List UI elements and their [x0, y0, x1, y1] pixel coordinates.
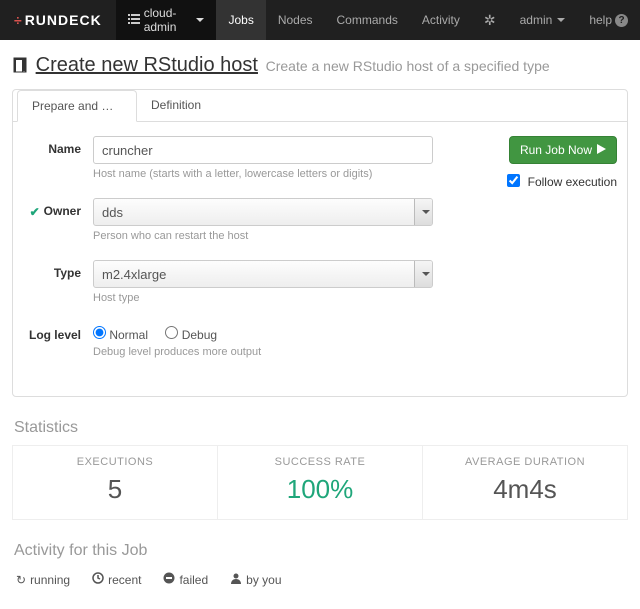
caret-down-icon	[196, 18, 204, 22]
owner-help: Person who can restart the host	[93, 230, 433, 242]
stat-executions-label: EXECUTIONS	[17, 456, 213, 468]
tab-definition[interactable]: Definition	[137, 90, 215, 121]
name-help: Host name (starts with a letter, lowerca…	[93, 168, 433, 180]
brand-text: RUNDECK	[25, 12, 102, 28]
clock-arrow-icon: ↻	[16, 573, 26, 587]
stat-success-value: 100%	[222, 474, 418, 505]
help-icon: ?	[615, 14, 628, 27]
stat-success: SUCCESS RATE 100%	[218, 446, 423, 519]
project-selector[interactable]: cloud-admin	[116, 0, 217, 40]
user-name: admin	[520, 13, 553, 27]
activity-title: Activity for this Job	[14, 542, 628, 560]
minus-circle-icon	[163, 572, 175, 587]
loglevel-debug[interactable]: Debug	[165, 328, 217, 342]
clock-icon	[92, 572, 104, 587]
activity-tab-failed[interactable]: failed	[163, 572, 208, 587]
run-job-label: Run Job Now	[520, 143, 592, 157]
project-name: cloud-admin	[144, 6, 192, 34]
job-panel: Prepare and Run… Definition Name Host na…	[12, 89, 628, 397]
activity-tab-byyou[interactable]: by you	[230, 572, 281, 587]
tab-prepare-run[interactable]: Prepare and Run…	[17, 90, 137, 122]
list-icon	[128, 13, 140, 27]
activity-tab-running[interactable]: ↻ running	[16, 572, 70, 587]
check-circle-icon: ✔	[30, 205, 40, 219]
nav-nodes[interactable]: Nodes	[266, 0, 325, 40]
stat-duration-label: AVERAGE DURATION	[427, 456, 623, 468]
brand-logo[interactable]: ÷ RUNDECK	[0, 12, 116, 28]
loglevel-normal[interactable]: Normal	[93, 328, 148, 342]
page-subtitle: Create a new RStudio host of a specified…	[266, 58, 550, 74]
tab-bar: Prepare and Run… Definition	[13, 90, 627, 122]
navbar: ÷ RUNDECK cloud-admin Jobs Nodes Command…	[0, 0, 640, 40]
statistics-title: Statistics	[14, 419, 628, 437]
activity-tabs: ↻ running recent failed by you	[12, 570, 628, 595]
caret-down-icon	[557, 18, 565, 22]
owner-select[interactable]	[93, 198, 433, 226]
stat-executions-value: 5	[17, 474, 213, 505]
book-icon	[12, 57, 28, 76]
play-icon	[597, 143, 606, 157]
activity-tab-recent[interactable]: recent	[92, 572, 141, 587]
nav-jobs[interactable]: Jobs	[216, 0, 265, 40]
page-header: Create new RStudio host Create a new RSt…	[12, 54, 628, 77]
loglevel-help: Debug level produces more output	[93, 346, 433, 358]
stat-duration: AVERAGE DURATION 4m4s	[423, 446, 627, 519]
radio-normal[interactable]	[93, 326, 106, 339]
label-owner: Owner	[44, 204, 81, 218]
help-link[interactable]: help ?	[577, 0, 640, 40]
settings-icon[interactable]: ✲	[472, 0, 508, 40]
follow-execution[interactable]: Follow execution	[497, 174, 617, 189]
type-select[interactable]	[93, 260, 433, 288]
statistics-grid: EXECUTIONS 5 SUCCESS RATE 100% AVERAGE D…	[12, 445, 628, 520]
nav-activity[interactable]: Activity	[410, 0, 472, 40]
user-menu[interactable]: admin	[508, 0, 578, 40]
user-icon	[230, 572, 242, 587]
label-loglevel: Log level	[23, 322, 93, 372]
follow-label: Follow execution	[528, 175, 617, 189]
radio-debug[interactable]	[165, 326, 178, 339]
stat-executions: EXECUTIONS 5	[13, 446, 218, 519]
stat-duration-value: 4m4s	[427, 474, 623, 505]
name-input[interactable]	[93, 136, 433, 164]
label-name: Name	[23, 136, 93, 194]
run-job-button[interactable]: Run Job Now	[509, 136, 617, 164]
follow-checkbox[interactable]	[507, 174, 520, 187]
nav-commands[interactable]: Commands	[325, 0, 410, 40]
label-type: Type	[23, 260, 93, 318]
type-help: Host type	[93, 292, 433, 304]
stat-success-label: SUCCESS RATE	[222, 456, 418, 468]
help-text: help	[589, 13, 612, 27]
brand-icon: ÷	[14, 12, 23, 28]
page-title-link[interactable]: Create new RStudio host	[36, 54, 258, 76]
